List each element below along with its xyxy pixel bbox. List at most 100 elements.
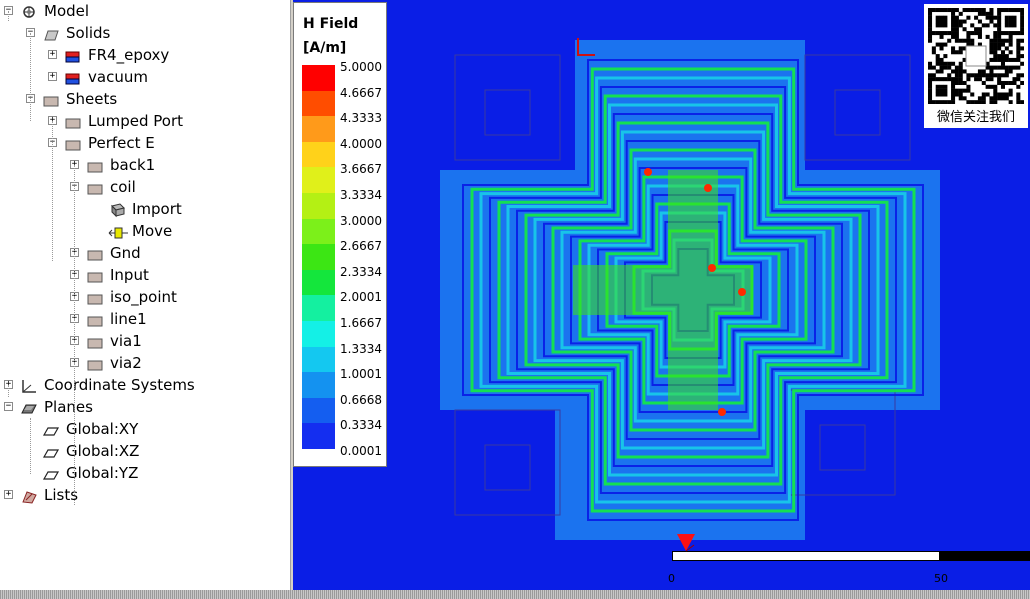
tree-item-label: Coordinate Systems	[44, 376, 195, 394]
tree-item-label: back1	[110, 156, 156, 174]
tree-item-label: via1	[110, 332, 142, 350]
tree-item-global-xy[interactable]: Global:XY	[0, 418, 290, 440]
tree-connector	[52, 121, 53, 261]
legend-swatch	[302, 167, 335, 194]
sheets-icon	[42, 92, 59, 107]
field-hotspot	[718, 408, 726, 416]
tree-item-import[interactable]: Import	[0, 198, 290, 220]
corner-pad-inner	[484, 89, 531, 136]
expand-icon[interactable]: +	[48, 72, 57, 81]
tree-item-label: Model	[44, 2, 90, 20]
coordinate-systems-icon	[20, 378, 36, 393]
model-icon	[20, 4, 36, 18]
tree-item-label: Solids	[66, 24, 111, 42]
legend-swatch	[302, 423, 335, 450]
tree-item-label: Global:XY	[66, 420, 139, 438]
field-hotspot	[738, 288, 746, 296]
qr-code-icon	[928, 8, 1024, 104]
tree-item-input[interactable]: + Input	[0, 264, 290, 286]
tree-item-global-xz[interactable]: Global:XZ	[0, 440, 290, 462]
sheet-icon	[86, 268, 103, 283]
tree-item-line1[interactable]: + line1	[0, 308, 290, 330]
sheet-icon	[86, 290, 103, 305]
tree-item-label: Import	[132, 200, 182, 218]
corner-pad-inner	[819, 424, 866, 471]
legend-tick-label: 3.6667	[340, 162, 382, 177]
tree-item-label: Global:XZ	[66, 442, 140, 460]
legend-swatch	[302, 269, 335, 296]
legend-swatch	[302, 321, 335, 347]
h-field-plot	[440, 38, 940, 540]
legend-tick-label: 3.0000	[340, 213, 382, 228]
expand-icon[interactable]: +	[48, 50, 57, 59]
tree-item-label: via2	[110, 354, 142, 372]
planes-icon	[20, 400, 37, 414]
legend-swatch	[302, 346, 335, 373]
tree-item-label: Lists	[44, 486, 79, 504]
tree-item-coordinate-systems[interactable]: + Coordinate Systems	[0, 374, 290, 396]
tree-item-fr4-epoxy[interactable]: + FR4_epoxy	[0, 44, 290, 66]
legend-title: H Field	[303, 16, 359, 32]
sheet-icon	[86, 180, 103, 195]
tree-item-sheets[interactable]: − Sheets	[0, 88, 290, 110]
tree-item-iso-point[interactable]: + iso_point	[0, 286, 290, 308]
color-legend: H Field [A/m] 5.0000 4.6667 4.3333 4.0000 3.…	[293, 2, 387, 467]
field-hotspot	[708, 264, 716, 272]
scale-bar-white	[672, 551, 940, 561]
material-icon	[64, 48, 80, 63]
legend-tick-label: 2.0001	[340, 290, 382, 305]
tree-item-lumped-port[interactable]: + Lumped Port	[0, 110, 290, 132]
legend-swatch	[302, 193, 335, 219]
field-plot-viewport[interactable]	[293, 0, 1030, 590]
tree-item-label: vacuum	[88, 68, 148, 86]
legend-tick-label: 3.3334	[340, 188, 382, 202]
expand-icon[interactable]: +	[4, 490, 13, 499]
tree-item-back1[interactable]: + back1	[0, 154, 290, 176]
tree-connector	[8, 11, 9, 21]
tree-item-label: Gnd	[110, 244, 141, 262]
corner-pad-outline	[454, 54, 561, 161]
corner-pad-inner	[834, 89, 881, 136]
legend-tick-label: 2.6667	[340, 239, 382, 254]
horizontal-scrollbar[interactable]	[0, 590, 1030, 599]
sheet-icon	[86, 356, 103, 371]
legend-tick-label: 1.3334	[340, 341, 382, 356]
tree-item-gnd[interactable]: + Gnd	[0, 242, 290, 264]
legend-tick-label: 2.3334	[340, 264, 382, 279]
legend-tick-label: 1.0001	[340, 367, 382, 382]
tree-item-planes[interactable]: − Planes	[0, 396, 290, 418]
legend-tick-label: 4.0000	[340, 136, 382, 151]
tree-connector	[8, 385, 9, 397]
collapse-icon[interactable]: −	[4, 402, 13, 411]
tree-item-move[interactable]: Move	[0, 220, 290, 242]
tree-item-model[interactable]: − Model	[0, 0, 290, 22]
tree-item-label: Perfect E	[88, 134, 155, 152]
legend-swatch	[302, 244, 335, 271]
sheet-group-icon	[64, 114, 81, 129]
tree-item-solids[interactable]: − Solids	[0, 22, 290, 44]
tree-item-label: Global:YZ	[66, 464, 139, 482]
legend-tick-label: 0.0001	[340, 444, 382, 458]
tree-item-label: coil	[110, 178, 136, 196]
tree-connector	[30, 33, 31, 121]
tree-item-perfect-e[interactable]: − Perfect E	[0, 132, 290, 154]
sheet-icon	[86, 246, 103, 261]
tree-item-global-yz[interactable]: Global:YZ	[0, 462, 290, 484]
sheet-icon	[86, 334, 103, 349]
legend-swatch	[302, 218, 335, 245]
lists-icon	[20, 488, 37, 504]
tree-item-vacuum[interactable]: + vacuum	[0, 66, 290, 88]
tree-item-label: Planes	[44, 398, 93, 416]
scale-label-start: 0	[668, 572, 675, 585]
legend-swatch	[302, 90, 335, 117]
tree-item-via1[interactable]: + via1	[0, 330, 290, 352]
tree-item-via2[interactable]: + via2	[0, 352, 290, 374]
legend-swatch	[302, 295, 335, 322]
tree-item-lists[interactable]: + Lists	[0, 484, 290, 506]
scale-bar	[672, 551, 1030, 561]
sheet-icon	[86, 312, 103, 327]
tree-item-coil[interactable]: − coil	[0, 176, 290, 198]
legend-tick-label: 0.6668	[340, 392, 382, 407]
move-icon	[108, 224, 128, 239]
plane-icon	[42, 422, 60, 436]
